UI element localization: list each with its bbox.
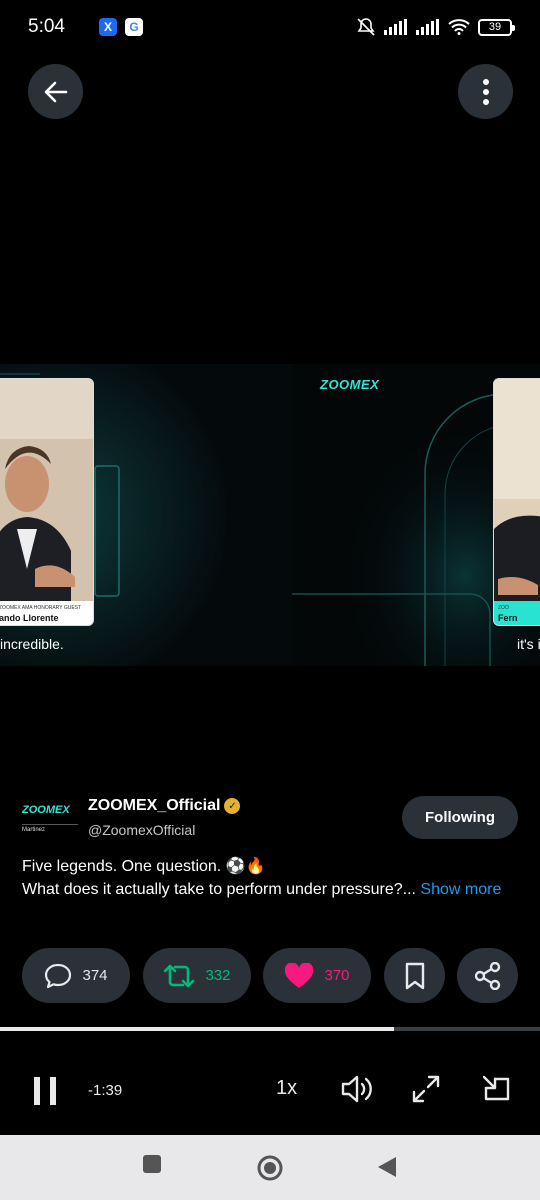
author-name: ZOOMEX_Official	[88, 797, 221, 814]
reply-count: 374	[82, 967, 108, 984]
verified-badge-icon: ✓	[224, 798, 241, 814]
like-count: 370	[324, 967, 350, 984]
square-icon	[143, 1155, 161, 1173]
triangle-back-icon	[378, 1157, 396, 1177]
status-app-icons: X G	[98, 18, 143, 36]
expand-icon	[412, 1075, 440, 1103]
vertical-dots-icon	[482, 78, 489, 105]
signal-icon-2	[416, 19, 439, 35]
guest-card-left: ZOOMEX AMA HONORARY GUEST ando Llorente	[0, 378, 94, 626]
guest-name-right: Fern	[498, 613, 518, 623]
home-button[interactable]	[256, 1154, 284, 1187]
fullscreen-button[interactable]	[410, 1073, 442, 1105]
avatar-logo-top: ZOOMEX	[22, 804, 70, 816]
player-controls: -1:39 1x	[0, 1065, 540, 1115]
back-nav-button[interactable]	[376, 1155, 398, 1184]
system-nav-bar	[0, 1135, 540, 1200]
volume-button[interactable]	[340, 1073, 374, 1105]
video-progress-bar[interactable]	[0, 1027, 540, 1031]
more-options-button[interactable]	[458, 64, 513, 119]
author-avatar[interactable]: ZOOMEX Martinez	[22, 798, 78, 842]
author-handle[interactable]: @ZoomexOfficial	[88, 822, 195, 838]
playback-speed-button[interactable]: 1x	[276, 1077, 297, 1100]
retweet-count: 332	[205, 967, 231, 984]
share-button[interactable]	[457, 948, 518, 1003]
back-button[interactable]	[28, 64, 83, 119]
like-button[interactable]: 370	[263, 948, 371, 1003]
pause-button[interactable]	[30, 1075, 60, 1107]
video-subtitle-left: incredible.	[0, 636, 64, 652]
signal-icon	[384, 19, 407, 35]
pip-icon	[482, 1075, 510, 1101]
time-remaining: -1:39	[88, 1082, 123, 1099]
picture-in-picture-button[interactable]	[480, 1073, 512, 1105]
status-time: 5:04	[28, 16, 65, 37]
guest-name-left: ando Llorente	[0, 613, 59, 623]
home-circle-icon	[257, 1155, 283, 1181]
status-indicators: 39	[356, 17, 515, 37]
tweet-text: Five legends. One question. ⚽🔥 What does…	[22, 855, 518, 901]
guest-label-right: ZOO	[498, 605, 509, 611]
guest-portrait-right	[494, 379, 540, 603]
retweet-icon	[164, 964, 195, 987]
guest-portrait	[0, 379, 93, 603]
x-app-icon: X	[98, 18, 117, 36]
pause-icon	[34, 1077, 56, 1105]
avatar-logo-bottom: Martinez	[22, 824, 78, 833]
retweet-button[interactable]: 332	[143, 948, 251, 1003]
video-subtitle-right: it's i	[517, 636, 540, 652]
google-app-icon: G	[124, 18, 143, 36]
volume-icon	[341, 1075, 372, 1103]
video-progress-fill	[0, 1027, 395, 1031]
share-icon	[474, 961, 500, 990]
guest-caption-left: ZOOMEX AMA HONORARY GUEST ando Llorente	[0, 601, 93, 625]
tweet-line-1: Five legends. One question. ⚽🔥	[22, 858, 266, 875]
following-button[interactable]: Following	[402, 796, 518, 839]
bookmark-button[interactable]	[384, 948, 445, 1003]
mute-bell-icon	[357, 18, 375, 36]
guest-card-right: ZOO Fern	[493, 378, 540, 626]
reply-button[interactable]: 374	[22, 948, 130, 1003]
wifi-icon	[448, 19, 470, 35]
author-row: ZOOMEX Martinez ZOOMEX_Official ✓ @Zoome…	[22, 794, 518, 842]
video-brand-logo: ZOOMEX	[320, 377, 380, 392]
arrow-left-icon	[44, 81, 67, 102]
status-bar: 5:04 X G 39	[0, 0, 540, 54]
guest-label-left: ZOOMEX AMA HONORARY GUEST	[0, 605, 82, 611]
show-more-link[interactable]: Show more	[420, 881, 501, 898]
reply-icon	[45, 963, 72, 988]
guest-caption-right: ZOO Fern	[494, 601, 540, 625]
tweet-line-2-text: What does it actually take to perform un…	[22, 881, 416, 898]
battery-indicator: 39	[478, 18, 515, 36]
tweet-line-2: What does it actually take to perform un…	[22, 878, 518, 901]
bookmark-icon	[405, 962, 424, 989]
author-name-row[interactable]: ZOOMEX_Official ✓	[88, 797, 241, 815]
heart-icon	[285, 962, 314, 988]
recents-button[interactable]	[141, 1153, 163, 1180]
